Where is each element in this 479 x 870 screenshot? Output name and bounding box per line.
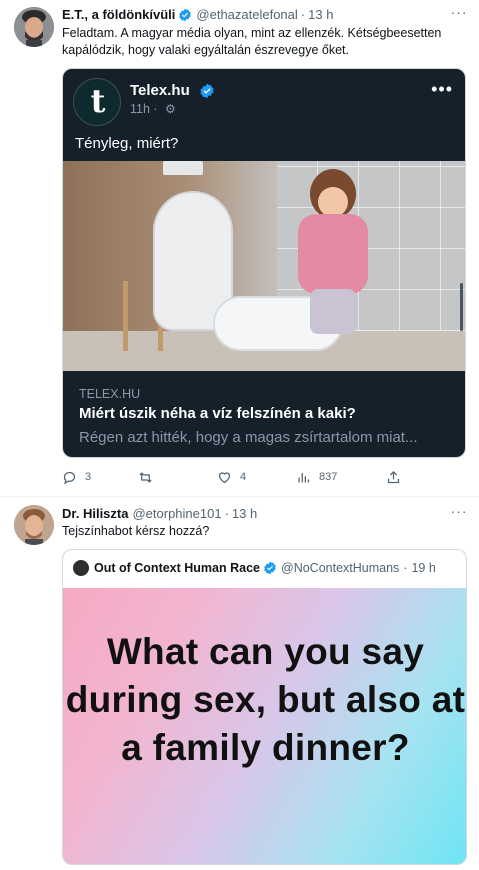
like-count: 4 [240, 471, 247, 483]
share-icon [387, 470, 400, 483]
separator-dot: · [403, 561, 408, 575]
verified-badge-icon [179, 8, 192, 22]
reply-icon [63, 471, 76, 484]
tweet-header: Dr. Hiliszta @etorphine101 · 13 h ··· [62, 504, 469, 523]
author-name[interactable]: E.T., a földönkívüli [62, 6, 175, 24]
retweet-icon [139, 471, 152, 483]
separator-dot: · [300, 7, 306, 22]
views-count: 837 [319, 471, 338, 483]
author-name[interactable]: Dr. Hiliszta [62, 505, 128, 523]
quoted-image-text: What can you say during sex, but also at… [65, 631, 466, 768]
quoted-author-name[interactable]: Out of Context Human Race [94, 561, 260, 575]
tweet-header: E.T., a földönkívüli @ethazatelefonal · … [62, 5, 469, 24]
action-bar: 3 4 837 [62, 468, 466, 486]
quoted-tweet-card[interactable]: Out of Context Human Race @NoContextHuma… [62, 549, 467, 865]
globe-icon: ⚙ [165, 102, 176, 116]
quoted-avatar [73, 560, 89, 576]
embedded-author-name[interactable]: Telex.hu [130, 82, 190, 99]
more-options-icon[interactable]: ••• [431, 79, 453, 100]
avatar-photo [14, 505, 54, 545]
tweet-text: Tejszínhabot kérsz hozzá? [62, 524, 210, 538]
reply-button[interactable]: 3 [62, 468, 91, 486]
tweet-text: Feladtam. A magyar média olyan, mint az … [62, 26, 442, 57]
link-domain: TELEX.HU [79, 387, 141, 401]
retweet-button[interactable] [138, 468, 161, 486]
quoted-author-handle[interactable]: @NoContextHumans [281, 561, 399, 575]
scrollbar[interactable] [460, 283, 463, 331]
quoted-image[interactable]: What can you say during sex, but also at… [63, 588, 466, 864]
embedded-timestamp: 11h · [130, 102, 158, 116]
verified-badge-icon [264, 561, 276, 575]
avatar-letter: t [90, 82, 106, 120]
quoted-timestamp[interactable]: 19 h [411, 561, 435, 575]
embedded-text: Tényleg, miért? [75, 135, 179, 152]
timestamp[interactable]: 13 h [232, 505, 257, 523]
more-options-icon[interactable]: ··· [449, 504, 469, 523]
verified-badge-icon [200, 83, 214, 99]
avatar[interactable] [14, 505, 54, 545]
timestamp[interactable]: 13 h [308, 6, 333, 24]
avatar[interactable] [14, 7, 54, 47]
link-description: Régen azt hitték, hogy a magas zsírtarta… [79, 429, 418, 446]
views-icon [298, 472, 310, 482]
quoted-header: Out of Context Human Race @NoContextHuma… [73, 559, 436, 577]
tweet[interactable]: Dr. Hiliszta @etorphine101 · 13 h ··· Te… [0, 497, 479, 870]
heart-icon [218, 471, 231, 483]
views-button[interactable]: 837 [296, 468, 337, 486]
link-title[interactable]: Miért úszik néha a víz felszínén a kaki? [79, 405, 356, 422]
author-handle[interactable]: @etorphine101 [132, 505, 221, 523]
share-button[interactable] [386, 468, 401, 486]
telex-avatar: t [73, 78, 121, 126]
author-handle[interactable]: @ethazatelefonal [196, 6, 297, 24]
like-button[interactable]: 4 [217, 468, 246, 486]
embedded-tweet-card[interactable]: t Telex.hu 11h · ⚙ ••• Tényleg, miért? T… [62, 68, 466, 458]
photo-child [288, 169, 378, 339]
article-image[interactable] [63, 161, 465, 371]
tweet[interactable]: E.T., a földönkívüli @ethazatelefonal · … [0, 0, 479, 497]
photo-flush-plate [163, 161, 203, 175]
more-options-icon[interactable]: ··· [449, 5, 469, 24]
separator-dot: · [224, 506, 229, 521]
avatar-photo [14, 7, 54, 47]
reply-count: 3 [85, 471, 92, 483]
